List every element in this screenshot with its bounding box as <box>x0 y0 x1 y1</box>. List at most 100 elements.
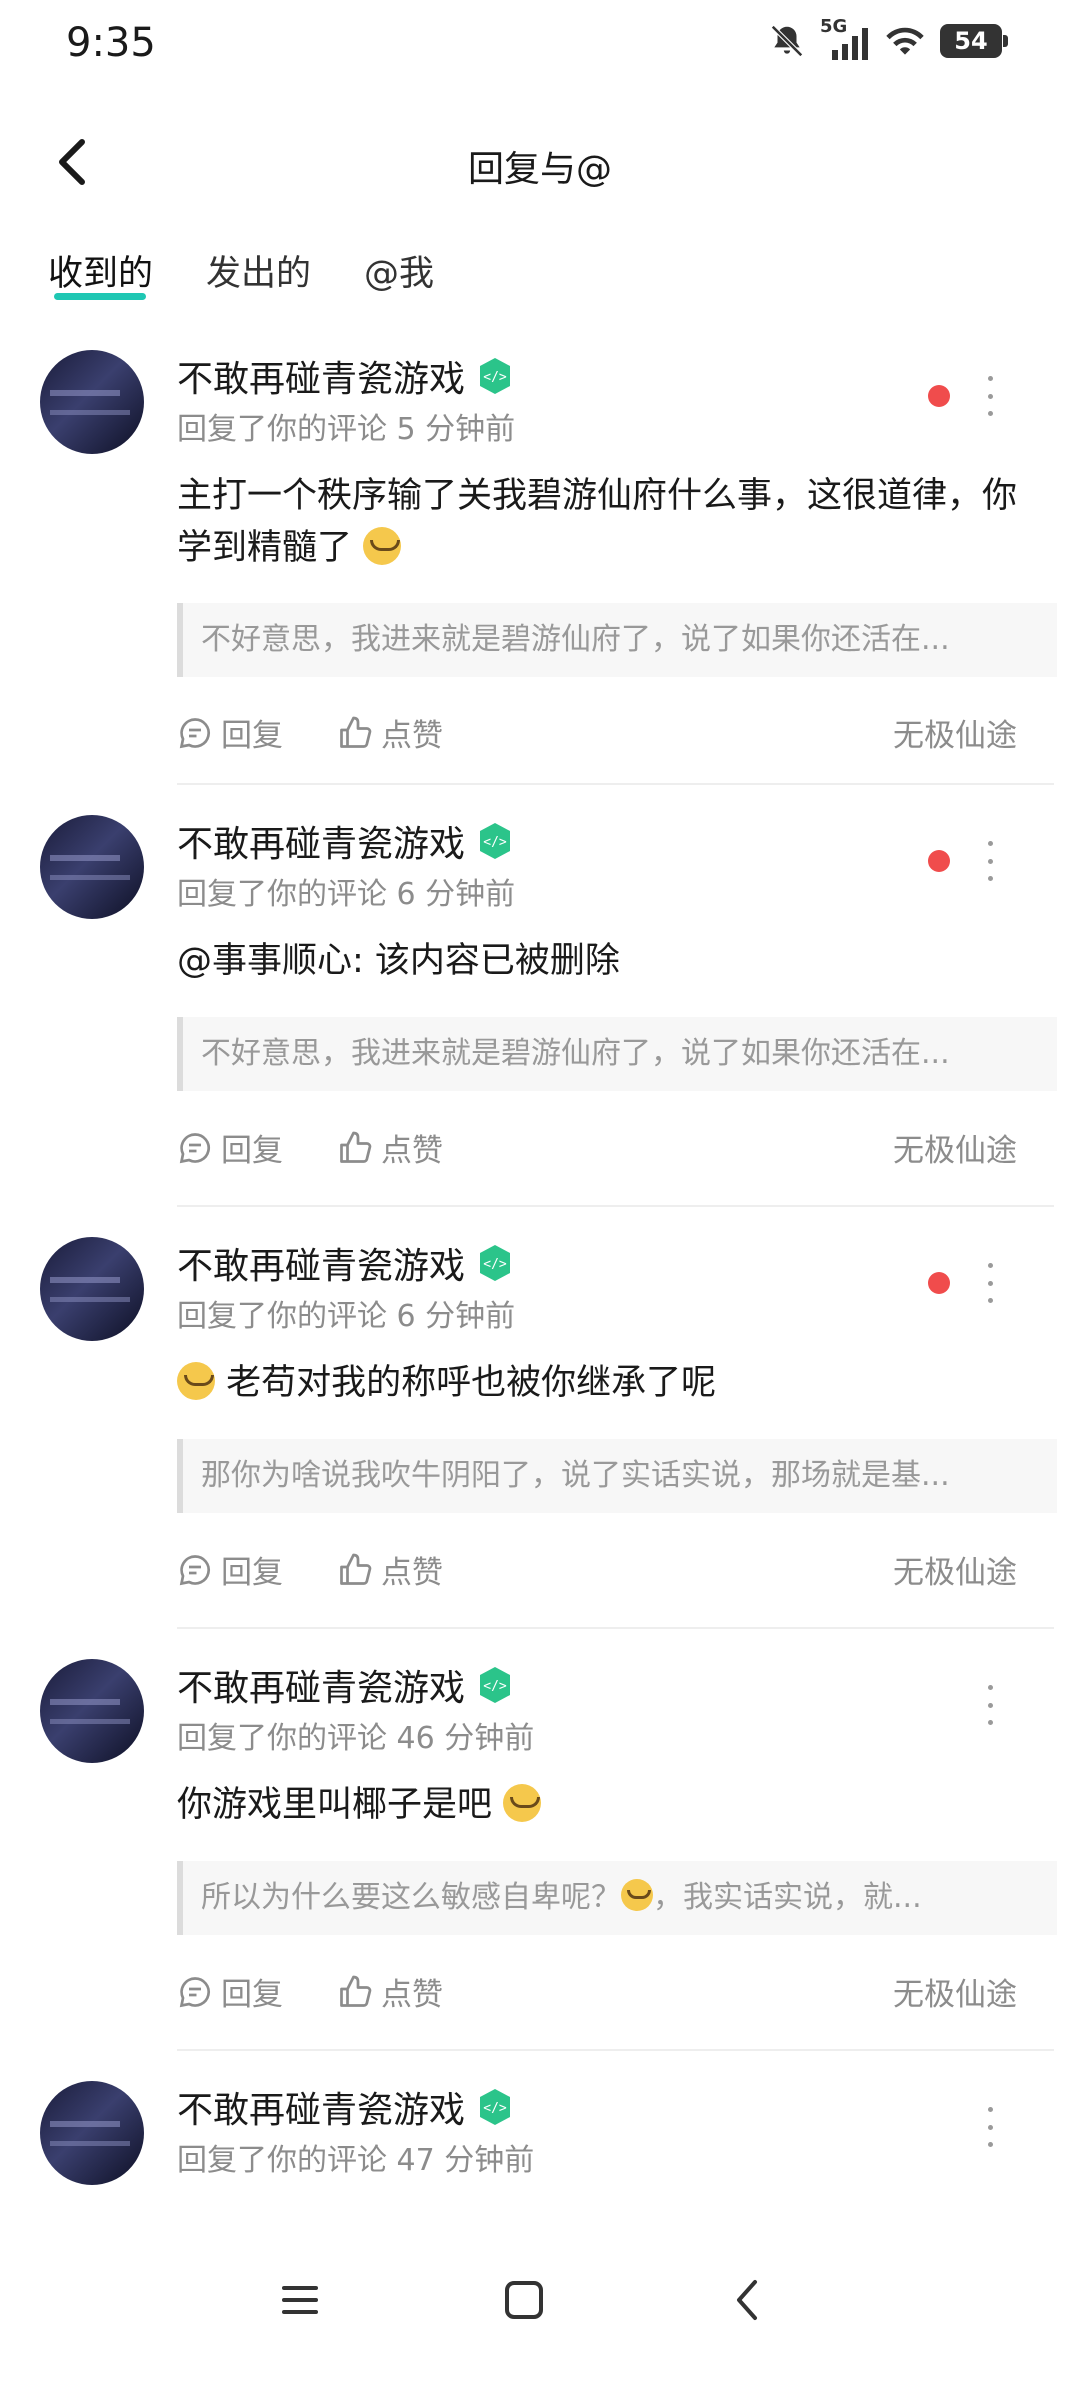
comment-icon <box>179 717 210 748</box>
username[interactable]: 不敢再碰青瓷游戏 </> <box>177 1237 515 1289</box>
reply-button[interactable]: 回复 <box>177 1547 283 1592</box>
thumbs-up-icon <box>340 1975 372 2007</box>
tab-sent[interactable]: 发出的 <box>206 245 311 296</box>
like-label: 点赞 <box>381 1133 443 1169</box>
smirk-emoji-icon <box>503 1784 542 1822</box>
more-options-button[interactable] <box>975 2107 1005 2147</box>
cellular-signal-icon: 5G <box>820 16 870 60</box>
list-item[interactable]: 不敢再碰青瓷游戏 </> 回复了你的评论 46 分钟前 你游戏里叫椰子是吧 所以… <box>0 1629 1080 2051</box>
like-button[interactable]: 点赞 <box>337 1125 443 1170</box>
like-label: 点赞 <box>381 718 443 754</box>
reply-content-text: 你游戏里叫椰子是吧 <box>177 1785 493 1825</box>
reply-button[interactable]: 回复 <box>177 1969 283 2014</box>
like-button[interactable]: 点赞 <box>337 1547 443 1592</box>
system-navigation-bar <box>0 2230 1080 2400</box>
more-options-button[interactable] <box>975 841 1005 881</box>
recent-apps-button[interactable] <box>260 2260 340 2340</box>
like-button[interactable]: 点赞 <box>337 710 443 755</box>
reply-button[interactable]: 回复 <box>177 1125 283 1170</box>
list-item[interactable]: 不敢再碰青瓷游戏 </> 回复了你的评论 47 分钟前 <box>0 2051 1080 2251</box>
avatar[interactable] <box>40 1237 144 1341</box>
username-text: 不敢再碰青瓷游戏 <box>177 359 466 400</box>
quoted-text-end: ，我实话实说，就... <box>653 1880 922 1915</box>
reply-content[interactable]: @事事顺心: 该内容已被删除 <box>177 935 1017 987</box>
game-creator-badge-icon: </> <box>480 823 511 859</box>
menu-icon <box>282 2286 318 2314</box>
like-label: 点赞 <box>381 1977 443 2013</box>
list-item[interactable]: 不敢再碰青瓷游戏 </> 回复了你的评论 6 分钟前 老苟对我的称呼也被你继承了… <box>0 1207 1080 1629</box>
thumbs-up-icon <box>340 1131 372 1163</box>
action-row: 回复 点赞 无极仙途 <box>177 1125 1017 1175</box>
quoted-comment[interactable]: 不好意思，我进来就是碧游仙府了，说了如果你还活在... <box>177 603 1057 677</box>
source-game-link[interactable]: 无极仙途 <box>893 1969 1017 2014</box>
reply-content-text: 主打一个秩序输了关我碧游仙府什么事，这很道律，你学到精髓了 <box>177 476 1018 568</box>
unread-dot <box>928 385 950 407</box>
reply-meta: 回复了你的评论 6 分钟前 <box>177 1299 516 1334</box>
tab-bar: 收到的 发出的 @我 <box>0 245 1080 315</box>
unread-dot <box>928 850 950 872</box>
laughing-emoji-icon <box>621 1879 653 1911</box>
quoted-comment[interactable]: 那你为啥说我吹牛阴阳了，说了实话实说，那场就是基... <box>177 1439 1057 1513</box>
svg-text:</>: </> <box>483 1679 507 1694</box>
source-game-link[interactable]: 无极仙途 <box>893 1125 1017 1170</box>
more-options-button[interactable] <box>975 1263 1005 1303</box>
battery-icon: 54 <box>940 24 1008 58</box>
username[interactable]: 不敢再碰青瓷游戏 </> <box>177 2081 515 2133</box>
list-item[interactable]: 不敢再碰青瓷游戏 </> 回复了你的评论 6 分钟前 @事事顺心: 该内容已被删… <box>0 785 1080 1207</box>
reply-content-text: 老苟对我的称呼也被你继承了呢 <box>226 1363 717 1403</box>
status-bar: 9:35 5G 54 <box>0 0 1080 90</box>
avatar[interactable] <box>40 815 144 919</box>
svg-text:</>: </> <box>483 2101 507 2116</box>
home-square-icon <box>505 2281 543 2319</box>
reply-label: 回复 <box>221 1555 283 1591</box>
reply-button[interactable]: 回复 <box>177 710 283 755</box>
source-game-link[interactable]: 无极仙途 <box>893 710 1017 755</box>
svg-text:</>: </> <box>483 1257 507 1272</box>
svg-text:</>: </> <box>483 370 507 385</box>
quoted-comment[interactable]: 不好意思，我进来就是碧游仙府了，说了如果你还活在... <box>177 1017 1057 1091</box>
avatar[interactable] <box>40 350 144 454</box>
home-button[interactable] <box>484 2260 564 2340</box>
unread-dot <box>928 1272 950 1294</box>
reply-meta: 回复了你的评论 5 分钟前 <box>177 412 516 447</box>
reply-meta: 回复了你的评论 6 分钟前 <box>177 877 516 912</box>
game-creator-badge-icon: </> <box>480 2089 511 2125</box>
username-text: 不敢再碰青瓷游戏 <box>177 824 466 865</box>
page-title: 回复与@ <box>467 149 612 190</box>
action-row: 回复 点赞 无极仙途 <box>177 710 1017 760</box>
username[interactable]: 不敢再碰青瓷游戏 </> <box>177 1659 515 1711</box>
tab-mentions[interactable]: @我 <box>364 245 434 296</box>
thumbs-up-icon <box>340 1553 372 1585</box>
status-time: 9:35 <box>66 20 156 66</box>
reply-content[interactable]: 你游戏里叫椰子是吧 <box>177 1779 1017 1831</box>
thumbs-up-icon <box>340 716 372 748</box>
avatar[interactable] <box>40 1659 144 1763</box>
source-game-link[interactable]: 无极仙途 <box>893 1547 1017 1592</box>
list-item[interactable]: 不敢再碰青瓷游戏 </> 回复了你的评论 5 分钟前 主打一个秩序输了关我碧游仙… <box>0 320 1080 785</box>
game-creator-badge-icon: </> <box>480 358 511 394</box>
username[interactable]: 不敢再碰青瓷游戏 </> <box>177 815 515 867</box>
avatar[interactable] <box>40 2081 144 2185</box>
reply-label: 回复 <box>221 1977 283 2013</box>
reply-list: 不敢再碰青瓷游戏 </> 回复了你的评论 5 分钟前 主打一个秩序输了关我碧游仙… <box>0 320 1080 2251</box>
quoted-comment[interactable]: 所以为什么要这么敏感自卑呢？ ，我实话实说，就... <box>177 1861 1057 1935</box>
svg-text:</>: </> <box>483 835 507 850</box>
smirk-emoji-icon <box>177 1362 215 1400</box>
bell-muted-icon <box>771 25 803 57</box>
more-options-button[interactable] <box>975 1685 1005 1725</box>
reply-content[interactable]: 老苟对我的称呼也被你继承了呢 <box>177 1357 1017 1409</box>
game-creator-badge-icon: </> <box>480 1245 511 1281</box>
active-tab-indicator <box>54 293 146 300</box>
like-button[interactable]: 点赞 <box>337 1969 443 2014</box>
username[interactable]: 不敢再碰青瓷游戏 </> <box>177 350 515 402</box>
more-options-button[interactable] <box>975 376 1005 416</box>
smirk-emoji-icon <box>363 527 402 565</box>
username-text: 不敢再碰青瓷游戏 <box>177 1246 466 1287</box>
comment-icon <box>179 1132 210 1163</box>
reply-content[interactable]: 主打一个秩序输了关我碧游仙府什么事，这很道律，你学到精髓了 <box>177 470 1017 574</box>
comment-icon <box>179 1976 210 2007</box>
comment-icon <box>179 1554 210 1585</box>
action-row: 回复 点赞 无极仙途 <box>177 1969 1017 2019</box>
system-back-button[interactable] <box>706 2260 786 2340</box>
tab-received[interactable]: 收到的 <box>48 245 153 296</box>
